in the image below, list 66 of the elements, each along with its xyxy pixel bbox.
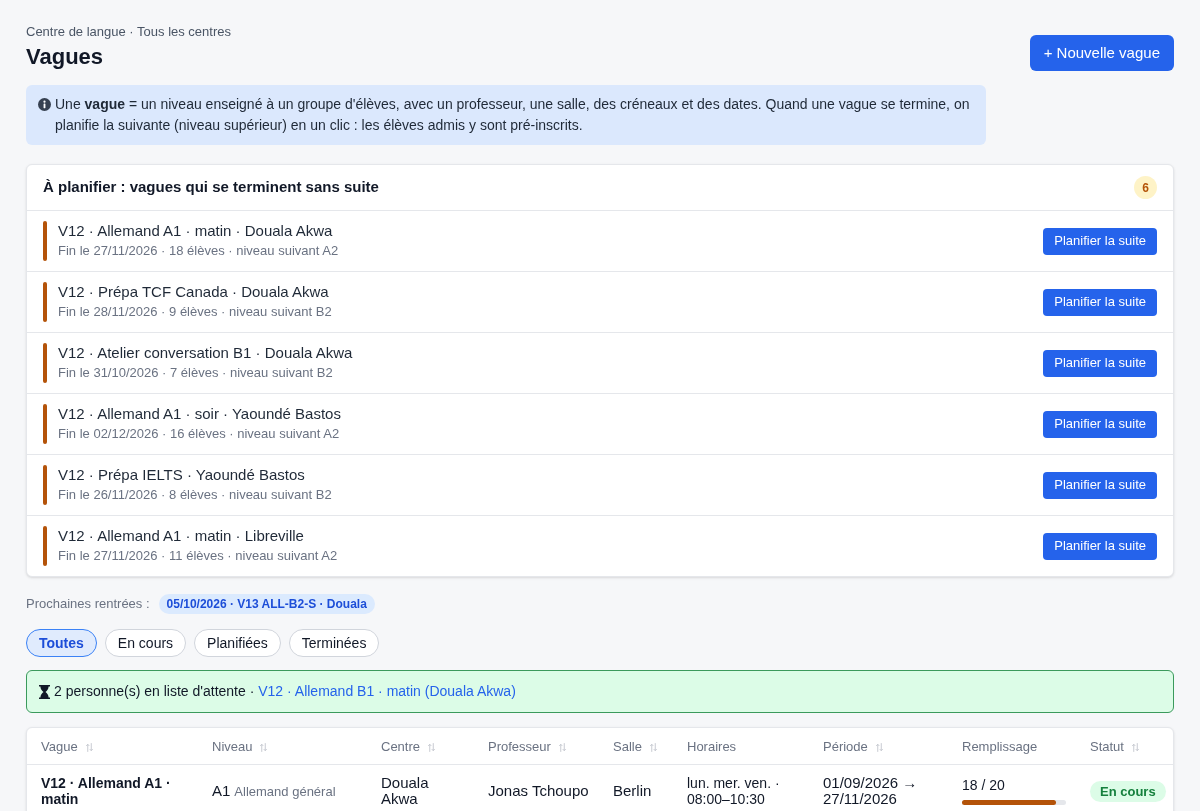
wave-title: V12 · Allemand A1 · matin · Douala Akwa — [58, 221, 334, 241]
upcoming-pill[interactable]: 05/10/2026 · V13 ALL-B2-S · Douala — [158, 594, 375, 614]
course-name: Allemand général — [234, 783, 336, 799]
sort-icon[interactable] — [1131, 742, 1139, 752]
wave-details: Fin le 27/11/2026 · 18 élèves · niveau suivant A2 — [58, 242, 339, 260]
waitlist-link[interactable]: V12 · Allemand B1 · matin (Douala Akwa) — [258, 683, 516, 699]
table-cell: Douala Akwa — [367, 764, 474, 811]
column-header[interactable]: Niveau — [212, 738, 253, 754]
status-badge: En cours — [1090, 780, 1166, 802]
column-header: Remplissage — [962, 738, 1038, 754]
wave-details: Fin le 31/10/2026 · 7 élèves · niveau suivant B2 — [58, 364, 334, 382]
plan-next-button[interactable]: Planifier la suite — [1043, 532, 1157, 560]
accent-bar — [43, 526, 47, 566]
sort-icon[interactable] — [875, 742, 883, 752]
wave-details: Fin le 27/11/2026 · 11 élèves · niveau suivant A2 — [58, 547, 338, 565]
sort-icon[interactable] — [649, 742, 657, 752]
accent-bar — [43, 404, 47, 444]
info-icon — [38, 98, 51, 111]
table-cell: lun. mer. ven. · 08:00–10:30 — [673, 764, 809, 811]
column-header[interactable]: Vague — [41, 738, 78, 754]
wave-details: Fin le 28/11/2026 · 9 élèves · niveau suivant B2 — [58, 303, 332, 321]
filter-tab[interactable]: En cours — [104, 629, 187, 657]
column-header[interactable]: Statut — [1090, 738, 1124, 754]
wave-title: V12 · Prépa TCF Canada · Douala Akwa — [58, 282, 330, 302]
wave-title: V12 · Allemand A1 · soir · Yaoundé Bastos — [58, 404, 341, 424]
wave-details: Fin le 26/11/2026 · 8 élèves · niveau suivant B2 — [58, 486, 332, 504]
accent-bar — [43, 465, 47, 505]
sort-icon[interactable] — [558, 742, 566, 752]
wave-title: V12 · Allemand A1 · matin · Libreville — [58, 526, 305, 546]
count-badge: 6 — [1134, 176, 1157, 199]
filling-count: 18 / 20 — [962, 776, 1006, 793]
new-wave-button[interactable]: + Nouvelle vague — [1029, 35, 1174, 71]
filter-tab[interactable]: Toutes — [26, 629, 97, 657]
column-header[interactable]: Période — [823, 738, 868, 754]
plan-next-button[interactable]: Planifier la suite — [1043, 471, 1157, 499]
column-header[interactable]: Centre — [381, 738, 421, 754]
wave-title: V12 · Atelier conversation B1 · Douala Akwa — [58, 343, 353, 363]
plan-next-button[interactable]: Planifier la suite — [1043, 410, 1157, 438]
column-header[interactable]: Salle — [613, 738, 642, 754]
sort-icon[interactable] — [428, 742, 436, 752]
wave-name: V12 · Allemand A1 · matin — [41, 774, 172, 807]
accent-bar — [43, 343, 47, 383]
filter-tab[interactable]: Planifiées — [194, 629, 281, 657]
plan-next-button[interactable]: Planifier la suite — [1043, 288, 1157, 316]
hourglass-icon — [39, 684, 50, 699]
column-header: Horaires — [687, 738, 737, 754]
table-cell: Berlin — [599, 764, 673, 811]
accent-bar — [43, 282, 47, 322]
table-cell: Jonas Tchoupo — [474, 764, 599, 811]
sort-icon[interactable] — [85, 742, 93, 752]
sort-icon[interactable] — [260, 742, 268, 752]
wave-details: Fin le 02/12/2026 · 16 élèves · niveau suivant A2 — [58, 425, 341, 443]
breadcrumb: Centre de langue · Tous les centres — [26, 24, 231, 40]
plan-next-button[interactable]: Planifier la suite — [1043, 227, 1157, 255]
waitlist-text: 2 personne(s) en liste d'attente · V12 · Allemand B1 · matin (Douala Akwa) — [54, 682, 516, 701]
wave-title: V12 · Prépa IELTS · Yaoundé Bastos — [58, 465, 306, 485]
page-title: Vagues — [26, 43, 105, 71]
column-header[interactable]: Professeur — [488, 738, 551, 754]
filter-tab[interactable]: Terminées — [288, 629, 380, 657]
plan-next-button[interactable]: Planifier la suite — [1043, 349, 1157, 377]
level-code: A1 — [212, 781, 231, 799]
info-text: Une vague = un niveau enseigné à un groupe d'élèves, avec un professeur, une salle, des créneaux et des dates. Quand une vague se termine, on planifie la suivante (niveau supérieur) en un clic : les élèves admis y sont pré-inscrits. — [55, 95, 971, 135]
table-cell: 01/09/2026 → 27/11/2026 — [809, 764, 948, 811]
card-title: À planifier : vagues qui se terminent sans suite — [43, 177, 379, 198]
upcoming-label: Prochaines rentrées : — [26, 595, 150, 614]
accent-bar — [43, 221, 47, 261]
